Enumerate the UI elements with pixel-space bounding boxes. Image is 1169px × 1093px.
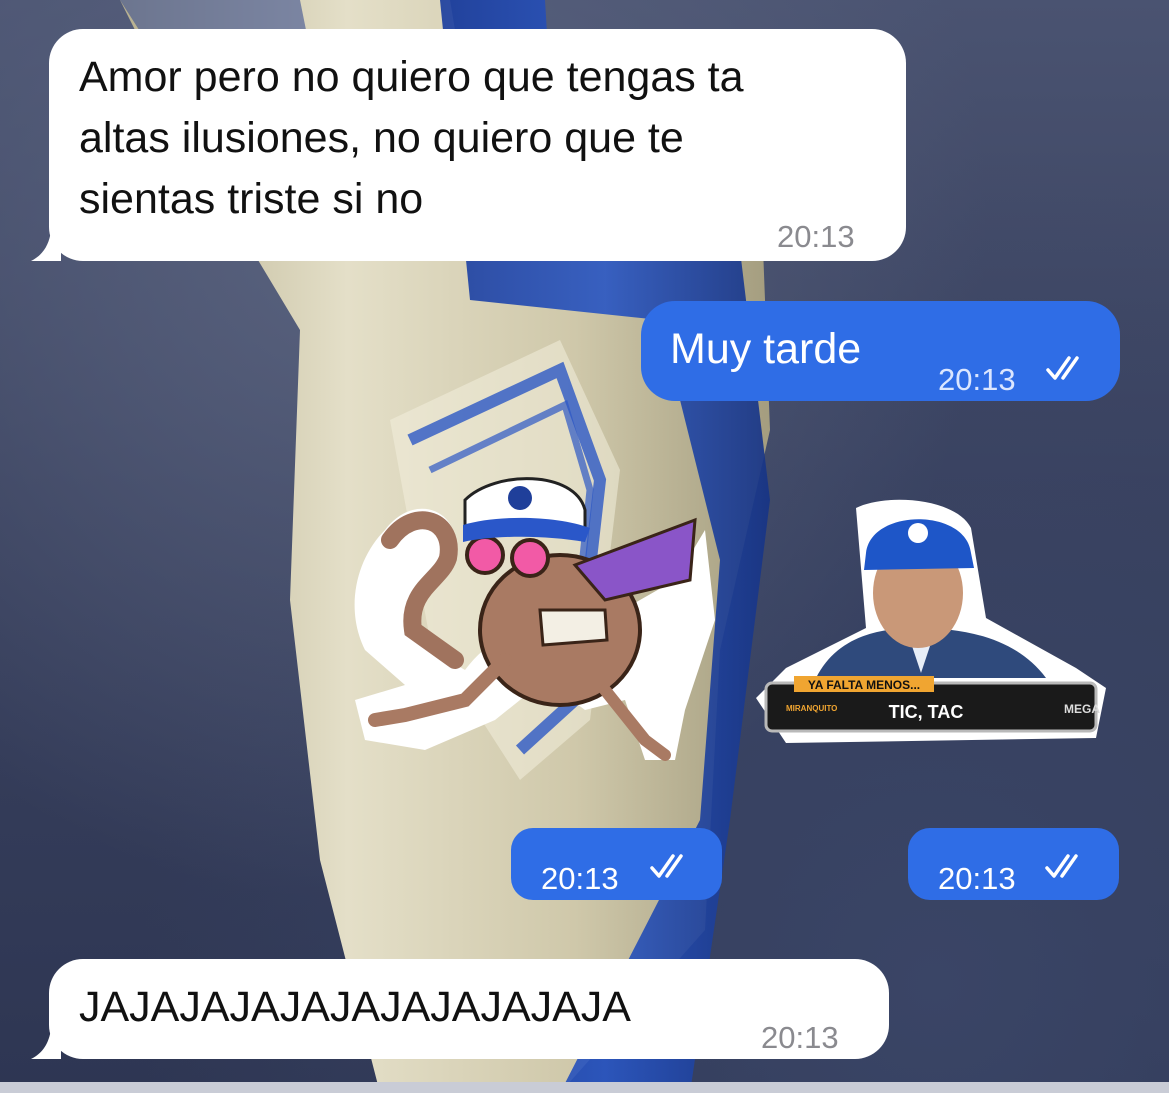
message-time: 20:13 (761, 1020, 839, 1055)
double-check-icon (1046, 356, 1079, 380)
double-check-icon (1045, 854, 1078, 878)
sticker-logo-left: MIRANQUITO (786, 704, 837, 713)
bubble-tail-icon (31, 1029, 61, 1059)
sticker-caption-main: TIC, TAC (889, 702, 964, 722)
sticker-logo-right: MEGA (1064, 702, 1100, 716)
cartoon-mosquito-cap-sticker[interactable] (345, 470, 715, 770)
outgoing-message-bubble[interactable]: Muy tarde 20:13 (641, 301, 1120, 401)
incoming-message-bubble[interactable]: Amor pero no quiero que tengas ta altas … (31, 29, 906, 261)
double-check-icon (650, 854, 683, 878)
message-time: 20:13 (938, 362, 1016, 397)
sticker-time-badge: 20:13 (908, 828, 1119, 900)
message-text: JAJAJAJAJAJAJAJAJAJAJA (79, 983, 631, 1031)
bottom-bar (0, 1082, 1169, 1093)
message-time: 20:13 (938, 861, 1016, 896)
sticker-time-badge: 20:13 (511, 828, 722, 900)
message-time: 20:13 (777, 219, 855, 254)
tv-presenter-cap-sticker[interactable]: YA FALTA MENOS... TIC, TAC MIRANQUITO ME… (746, 498, 1116, 748)
incoming-message-bubble[interactable]: JAJAJAJAJAJAJAJAJAJAJA 20:13 (31, 959, 889, 1059)
message-text: Amor pero no quiero que tengas ta altas … (79, 53, 744, 223)
bubble-tail-icon (31, 231, 61, 261)
message-text: Muy tarde (670, 325, 862, 373)
message-time: 20:13 (541, 861, 619, 896)
sticker-caption-top: YA FALTA MENOS... (808, 678, 920, 692)
